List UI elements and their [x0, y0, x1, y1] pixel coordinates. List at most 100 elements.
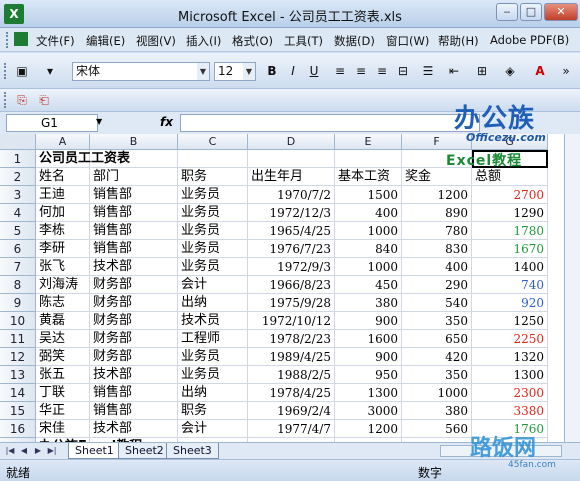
row-header[interactable]: 7: [0, 258, 36, 276]
cell-G7[interactable]: 1400: [472, 258, 548, 276]
cell-G12[interactable]: 1320: [472, 348, 548, 366]
toolbar-grip[interactable]: [4, 63, 8, 79]
cell-F15[interactable]: 380: [402, 402, 472, 420]
cell-D6[interactable]: 1976/7/23: [248, 240, 335, 258]
menu-file[interactable]: 文件(F): [36, 33, 75, 49]
cell-C13[interactable]: 业务员: [178, 366, 248, 384]
cell-G6[interactable]: 1670: [472, 240, 548, 258]
decrease-indent-icon[interactable]: ⇤: [444, 62, 464, 81]
cell-B8[interactable]: 财务部: [90, 276, 178, 294]
cell-E12[interactable]: 900: [335, 348, 402, 366]
cell-E2[interactable]: 基本工资: [335, 168, 402, 186]
row-header[interactable]: 5: [0, 222, 36, 240]
chevron-down-icon[interactable]: ▼: [243, 63, 255, 80]
menu-insert[interactable]: 插入(I): [186, 33, 221, 49]
font-size-combo[interactable]: 12 ▼: [214, 62, 256, 81]
cell-A12[interactable]: 弼笑: [36, 348, 90, 366]
cell-A15[interactable]: 华正: [36, 402, 90, 420]
menu-window[interactable]: 窗口(W): [386, 33, 429, 49]
tab-sheet2[interactable]: Sheet2: [118, 443, 171, 459]
next-sheet-icon[interactable]: ▶: [32, 445, 44, 457]
cell-F11[interactable]: 650: [402, 330, 472, 348]
row-header[interactable]: 1: [0, 150, 36, 168]
row-header[interactable]: 10: [0, 312, 36, 330]
cell-E16[interactable]: 1200: [335, 420, 402, 438]
cell-G4[interactable]: 1290: [472, 204, 548, 222]
cell-D13[interactable]: 1988/2/5: [248, 366, 335, 384]
close-button[interactable]: ✕: [544, 3, 578, 21]
row-header[interactable]: 2: [0, 168, 36, 186]
row-header[interactable]: 8: [0, 276, 36, 294]
cell-D14[interactable]: 1978/4/25: [248, 384, 335, 402]
cell-C4[interactable]: 业务员: [178, 204, 248, 222]
workbook-icon[interactable]: [14, 32, 28, 46]
cell-F5[interactable]: 780: [402, 222, 472, 240]
cell-E4[interactable]: 400: [335, 204, 402, 222]
menu-help[interactable]: 帮助(H): [438, 33, 479, 49]
column-header-A[interactable]: A: [36, 134, 90, 150]
cell-A3[interactable]: 王迪: [36, 186, 90, 204]
italic-button[interactable]: I: [283, 62, 303, 81]
cell-C10[interactable]: 技术员: [178, 312, 248, 330]
cell-E10[interactable]: 900: [335, 312, 402, 330]
cell-C14[interactable]: 出纳: [178, 384, 248, 402]
cell-F2[interactable]: 奖金: [402, 168, 472, 186]
insert-function-button[interactable]: fx: [160, 115, 173, 129]
cell-B13[interactable]: 技术部: [90, 366, 178, 384]
cell-G10[interactable]: 1250: [472, 312, 548, 330]
row-header[interactable]: 13: [0, 366, 36, 384]
cell-G3[interactable]: 2700: [472, 186, 548, 204]
maximize-button[interactable]: □: [520, 3, 542, 21]
worksheet-grid[interactable]: A B C D E F G 1 公司员工工资表 2 姓名 部门 职务 出生年月 基本工资 奖金 总额 3 王迪 销售部…: [0, 134, 580, 456]
toolbar-options-icon[interactable]: ▾: [40, 62, 60, 81]
cell-E8[interactable]: 450: [335, 276, 402, 294]
cell-A8[interactable]: 刘海涛: [36, 276, 90, 294]
cell-G13[interactable]: 1300: [472, 366, 548, 384]
cell-D9[interactable]: 1975/9/28: [248, 294, 335, 312]
row-header[interactable]: 11: [0, 330, 36, 348]
cell-B1[interactable]: [90, 150, 178, 168]
cell-A7[interactable]: 张飞: [36, 258, 90, 276]
cell-A9[interactable]: 陈志: [36, 294, 90, 312]
cell-D3[interactable]: 1970/7/2: [248, 186, 335, 204]
cell-G11[interactable]: 2250: [472, 330, 548, 348]
align-right-icon[interactable]: ≡: [372, 62, 392, 81]
underline-button[interactable]: U: [304, 62, 324, 81]
cell-G8[interactable]: 740: [472, 276, 548, 294]
cell-D11[interactable]: 1978/2/23: [248, 330, 335, 348]
cell-E11[interactable]: 1600: [335, 330, 402, 348]
cell-D16[interactable]: 1977/4/7: [248, 420, 335, 438]
cell-F16[interactable]: 560: [402, 420, 472, 438]
cell-A1[interactable]: 公司员工工资表: [36, 150, 130, 168]
cell-C16[interactable]: 会计: [178, 420, 248, 438]
font-color-button[interactable]: A: [530, 62, 550, 81]
cell-B12[interactable]: 财务部: [90, 348, 178, 366]
cell-B3[interactable]: 销售部: [90, 186, 178, 204]
cell-F9[interactable]: 540: [402, 294, 472, 312]
cell-G5[interactable]: 1780: [472, 222, 548, 240]
column-header-C[interactable]: C: [178, 134, 248, 150]
cell-D1[interactable]: [248, 150, 335, 168]
cell-F12[interactable]: 420: [402, 348, 472, 366]
menu-view[interactable]: 视图(V): [136, 33, 176, 49]
cell-D12[interactable]: 1989/4/25: [248, 348, 335, 366]
bold-button[interactable]: B: [262, 62, 282, 81]
cell-C5[interactable]: 业务员: [178, 222, 248, 240]
row-header[interactable]: 4: [0, 204, 36, 222]
cell-B16[interactable]: 技术部: [90, 420, 178, 438]
select-all-corner[interactable]: [0, 134, 36, 150]
cell-A5[interactable]: 李栋: [36, 222, 90, 240]
font-name-combo[interactable]: 宋体 ▼: [72, 62, 210, 81]
merge-center-icon[interactable]: ⊟: [393, 62, 413, 81]
cell-A16[interactable]: 宋佳: [36, 420, 90, 438]
cell-A2[interactable]: 姓名: [36, 168, 90, 186]
cell-F8[interactable]: 290: [402, 276, 472, 294]
cell-D15[interactable]: 1969/2/4: [248, 402, 335, 420]
column-header-E[interactable]: E: [335, 134, 402, 150]
cell-C2[interactable]: 职务: [178, 168, 248, 186]
cell-E1[interactable]: [335, 150, 402, 168]
row-header[interactable]: 6: [0, 240, 36, 258]
tab-sheet3[interactable]: Sheet3: [166, 443, 219, 459]
cell-F6[interactable]: 830: [402, 240, 472, 258]
menu-grip[interactable]: [6, 32, 10, 48]
